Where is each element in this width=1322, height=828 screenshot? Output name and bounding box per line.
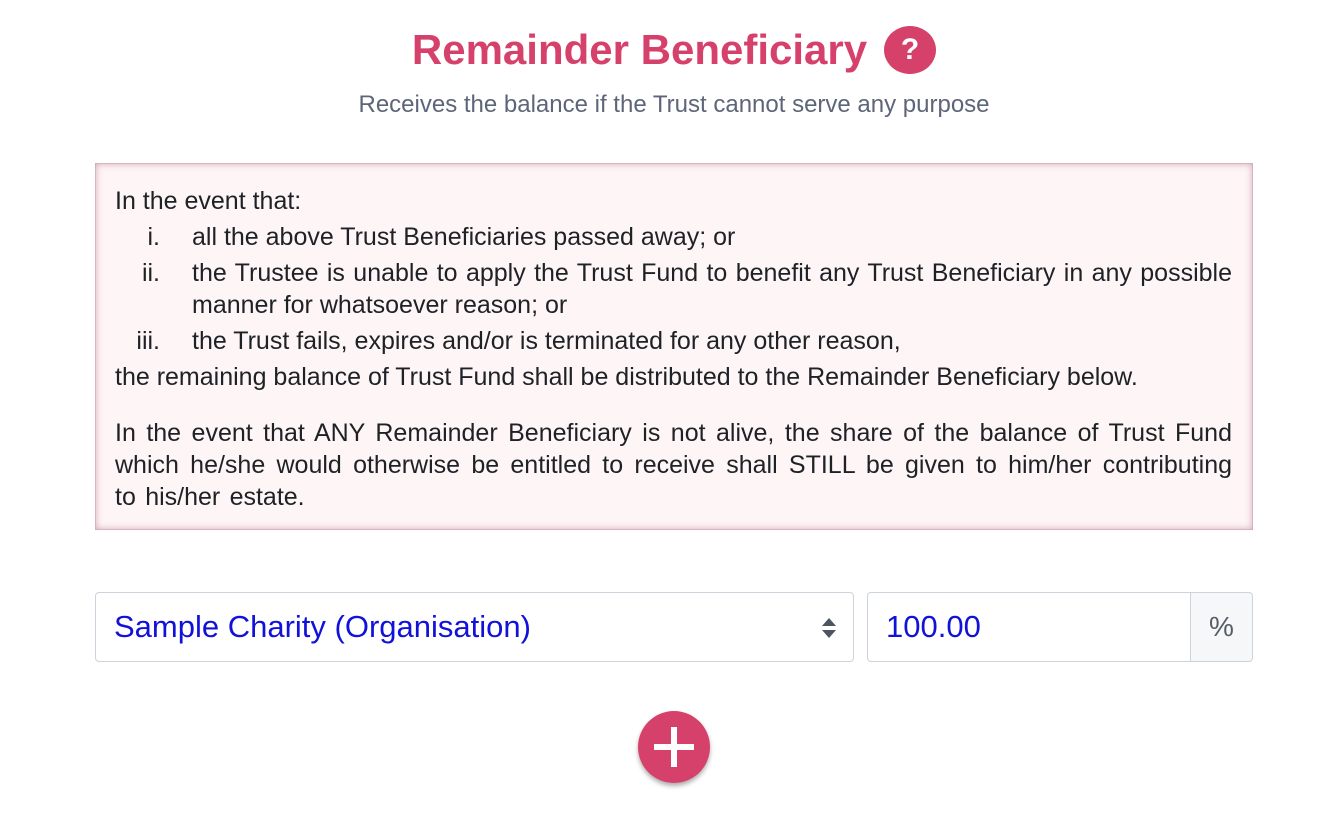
percent-addon: % (1191, 592, 1253, 662)
plus-icon (654, 727, 694, 767)
condition-item: i. all the above Trust Beneficiaries pas… (115, 221, 1232, 253)
add-beneficiary-button[interactable] (638, 711, 710, 783)
help-button[interactable]: ? (884, 26, 937, 74)
condition-numeral: i. (147, 223, 161, 251)
section-subtitle: Receives the balance if the Trust cannot… (358, 91, 990, 118)
question-mark-icon: ? (900, 33, 920, 66)
select-arrows-icon (822, 618, 836, 638)
conditions-list: i. all the above Trust Beneficiaries pas… (115, 221, 1232, 357)
condition-text: the Trustee is unable to apply the Trust… (192, 259, 1232, 319)
beneficiary-select[interactable]: Sample Charity (Organisation) (95, 592, 854, 662)
condition-item: ii. the Trustee is unable to apply the T… (115, 257, 1232, 321)
condition-text: all the above Trust Beneficiaries passed… (192, 223, 736, 251)
section-title: Remainder Beneficiary (411, 26, 868, 73)
clause-note: In the event that ANY Remainder Benefici… (115, 419, 1232, 511)
section-header: Remainder Beneficiary ? (95, 22, 1253, 78)
percent-label: % (1209, 611, 1234, 642)
remainder-beneficiary-section: Remainder Beneficiary ? Receives the bal… (95, 0, 1253, 783)
beneficiary-select-value: Sample Charity (Organisation) (114, 609, 531, 644)
condition-numeral: iii. (136, 327, 160, 355)
condition-numeral: ii. (141, 259, 160, 287)
condition-text: the Trust fails, expires and/or is termi… (192, 327, 901, 355)
share-percentage-input[interactable] (867, 592, 1191, 662)
clause-outcome: the remaining balance of Trust Fund shal… (115, 363, 1138, 391)
condition-item: iii. the Trust fails, expires and/or is … (115, 325, 1232, 357)
share-input-group: % (867, 592, 1253, 662)
clause-panel: In the event that: i. all the above Trus… (95, 163, 1253, 530)
beneficiary-row: Sample Charity (Organisation) % (95, 592, 1253, 662)
clause-intro: In the event that: (115, 187, 302, 215)
